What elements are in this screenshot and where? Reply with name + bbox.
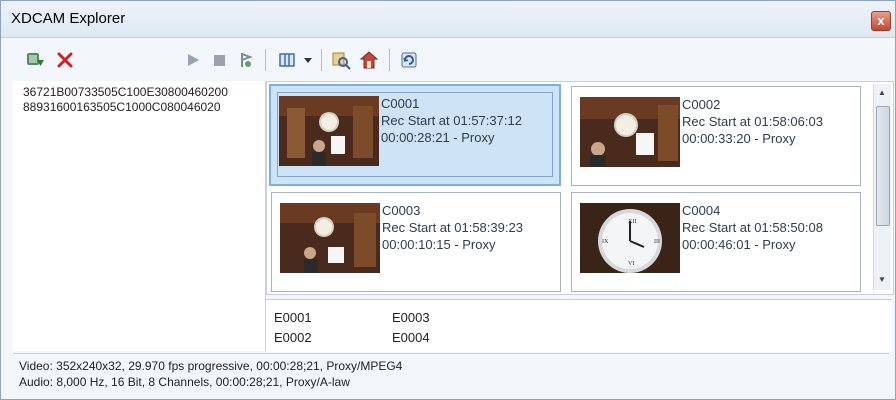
stop-icon (214, 55, 225, 66)
toolbar-separator (321, 49, 322, 71)
stop-button[interactable] (207, 47, 231, 73)
close-button[interactable]: x (871, 11, 891, 31)
xdcam-explorer-window: XDCAM Explorer x 36721B00733505C100E3080… (0, 0, 896, 400)
clip-thumbnail-item[interactable]: C0002 Rec Start at 01:58:06:03 00:00:33:… (571, 86, 861, 186)
clip-duration: 00:00:10:15 - Proxy (382, 237, 496, 252)
view-mode-icon (279, 53, 295, 67)
import-disc-icon (27, 53, 44, 66)
import-disc-button[interactable] (23, 47, 47, 73)
clip-grid: C0001 Rec Start at 01:57:37:12 00:00:28:… (266, 81, 894, 295)
clip-rec-start: Rec Start at 01:57:37:12 (381, 113, 522, 128)
toolbar (9, 47, 889, 75)
clip-name: C0002 (682, 97, 721, 112)
window-title: XDCAM Explorer (11, 10, 126, 27)
clip-thumbnail-image (280, 203, 380, 273)
mark-button[interactable] (233, 47, 257, 73)
toolbar-separator (389, 49, 390, 71)
delete-icon (57, 52, 73, 68)
play-icon (188, 54, 199, 66)
essence-mark-item[interactable]: E0003 (392, 310, 430, 325)
clip-rec-start: Rec Start at 01:58:50:08 (682, 220, 823, 235)
clip-thumbnail-item[interactable]: C0001 Rec Start at 01:57:37:12 00:00:28:… (269, 84, 561, 186)
refresh-button[interactable] (397, 47, 421, 73)
status-bar: Video: 352x240x32, 29.970 fps progressiv… (13, 353, 889, 398)
scroll-down-icon[interactable]: ▼ (878, 275, 886, 284)
clip-duration: 00:00:33:20 - Proxy (682, 131, 796, 146)
play-button[interactable] (181, 47, 205, 73)
view-mode-dropdown[interactable] (301, 47, 315, 73)
essence-mark-list: E0001 E0002 E0003 E0004 (266, 299, 892, 352)
clip-grid-scrollbar[interactable]: ▲ ▼ (873, 84, 891, 290)
disc-item[interactable]: 88931600163505C1000C080046020 (13, 100, 265, 115)
audio-info: Audio: 8,000 Hz, 16 Bit, 8 Channels, 00:… (19, 375, 350, 389)
view-mode-button[interactable] (275, 47, 299, 73)
video-info: Video: 352x240x32, 29.970 fps progressiv… (19, 359, 403, 373)
clip-info: C0003 Rec Start at 01:58:39:23 00:00:10:… (382, 202, 523, 253)
essence-mark-item[interactable]: E0002 (274, 330, 312, 345)
dropdown-arrow-icon (304, 58, 312, 63)
disc-list: 36721B00733505C100E30800460200 889316001… (13, 81, 266, 351)
clip-info: C0001 Rec Start at 01:57:37:12 00:00:28:… (381, 95, 522, 146)
disc-item[interactable]: 36721B00733505C100E30800460200 (13, 85, 265, 100)
clip-duration: 00:00:46:01 - Proxy (682, 237, 796, 252)
delete-button[interactable] (53, 47, 77, 73)
clip-info: C0002 Rec Start at 01:58:06:03 00:00:33:… (682, 96, 823, 147)
scroll-up-icon[interactable]: ▲ (878, 88, 886, 97)
browse-icon (332, 52, 351, 70)
clip-thumbnail-image (279, 96, 379, 166)
refresh-icon (401, 52, 417, 68)
scrollbar-thumb[interactable] (876, 106, 890, 226)
clip-name: C0003 (382, 203, 421, 218)
clip-thumbnail-image (580, 97, 680, 167)
clip-name: C0001 (381, 96, 420, 111)
svg-text:XII: XII (628, 219, 636, 225)
export-button[interactable] (357, 47, 381, 73)
clip-rec-start: Rec Start at 01:58:39:23 (382, 220, 523, 235)
clip-name: C0004 (682, 203, 721, 218)
clip-thumbnail-image: XII III IX VI (580, 203, 680, 273)
browse-button[interactable] (329, 47, 353, 73)
essence-mark-item[interactable]: E0004 (392, 330, 430, 345)
toolbar-separator (265, 49, 266, 71)
mark-icon (241, 53, 253, 67)
svg-text:VI: VI (628, 261, 634, 267)
clip-rec-start: Rec Start at 01:58:06:03 (682, 114, 823, 129)
clip-duration: 00:00:28:21 - Proxy (381, 130, 495, 145)
title-bar: XDCAM Explorer x (1, 1, 895, 38)
clip-thumbnail-item[interactable]: XII III IX VI C0004 Rec Start at 01:58:5… (571, 192, 861, 292)
svg-text:IX: IX (602, 239, 609, 245)
clip-info: C0004 Rec Start at 01:58:50:08 00:00:46:… (682, 202, 823, 253)
essence-mark-item[interactable]: E0001 (274, 310, 312, 325)
clip-thumbnail-item[interactable]: C0003 Rec Start at 01:58:39:23 00:00:10:… (271, 192, 561, 292)
svg-text:III: III (654, 239, 660, 245)
export-icon (359, 51, 379, 69)
